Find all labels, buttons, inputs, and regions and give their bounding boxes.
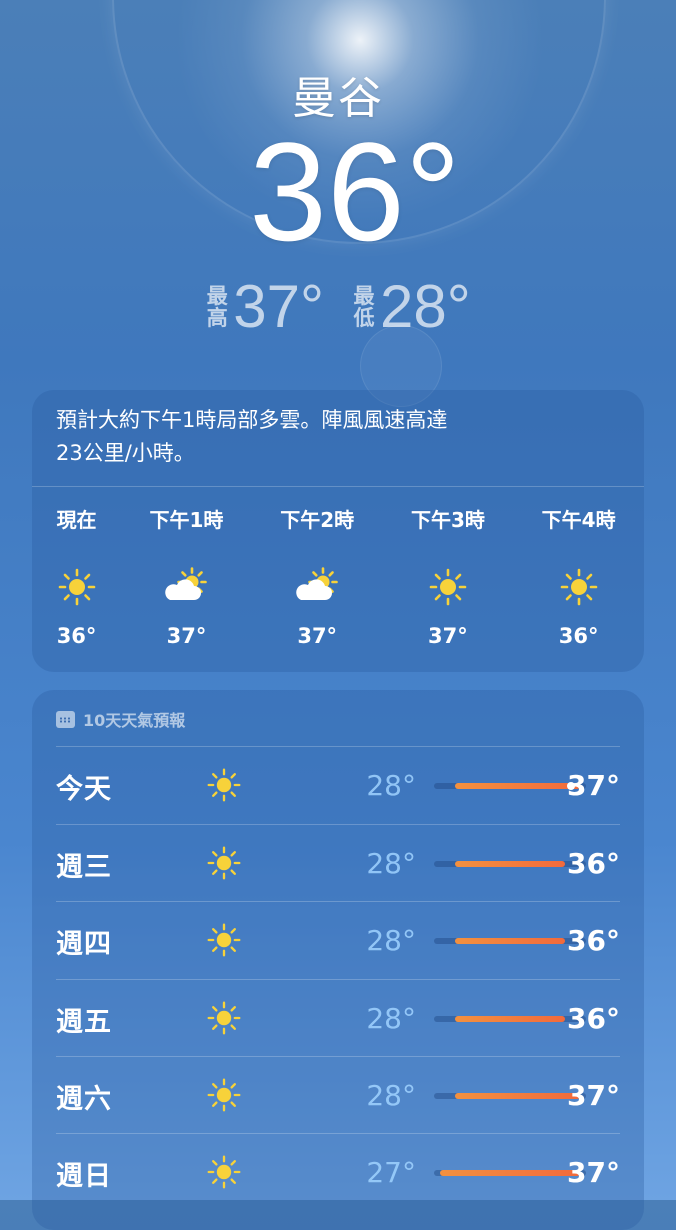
day-name: 週日 bbox=[56, 1161, 112, 1192]
hour-time: 下午3時 bbox=[410, 508, 485, 532]
day-low: 28° bbox=[366, 924, 416, 957]
current-temperature: 36° bbox=[249, 113, 461, 270]
sun-icon bbox=[206, 845, 242, 885]
sun-icon bbox=[513, 554, 644, 620]
day-low: 28° bbox=[366, 1002, 416, 1035]
day-name: 週四 bbox=[56, 929, 112, 960]
temp-range-fill bbox=[455, 1093, 580, 1099]
day-name: 週五 bbox=[56, 1007, 112, 1038]
hour-item: 下午3時 37° bbox=[383, 504, 514, 648]
sun-icon bbox=[206, 1154, 242, 1194]
partly-cloudy-icon bbox=[121, 554, 252, 620]
ten-day-forecast-card[interactable]: 10天天氣預報 今天 28° 37° 週三 28° 36° 週四 28° 36°… bbox=[32, 690, 644, 1230]
day-high: 36° bbox=[567, 924, 620, 957]
forecast-header: 10天天氣預報 bbox=[56, 707, 185, 731]
day-low: 28° bbox=[366, 847, 416, 880]
temp-range-bar bbox=[434, 938, 586, 944]
sun-icon bbox=[206, 1077, 242, 1117]
hour-time: 下午2時 bbox=[280, 508, 355, 532]
day-high: 36° bbox=[567, 847, 620, 880]
high-label: 最高 bbox=[206, 283, 228, 330]
temp-range-bar bbox=[434, 1093, 586, 1099]
hour-time: 下午4時 bbox=[541, 508, 616, 532]
hour-temp: 37° bbox=[428, 624, 468, 648]
hourly-forecast-card[interactable]: 預計大約下午1時局部多雲。陣風風速高達 23公里/小時。 現在 36° 下午1時… bbox=[32, 390, 644, 672]
day-row[interactable]: 今天 28° 37° bbox=[56, 746, 620, 824]
hour-time: 現在 bbox=[56, 508, 97, 532]
partly-cloudy-icon bbox=[252, 554, 383, 620]
day-high: 37° bbox=[567, 769, 620, 802]
hour-temp: 36° bbox=[56, 624, 97, 648]
hour-time: 下午1時 bbox=[149, 508, 224, 532]
day-low: 28° bbox=[366, 1079, 416, 1112]
day-high: 37° bbox=[567, 1079, 620, 1112]
hourly-list[interactable]: 現在 36° 下午1時 37° 下午2時 37° 下午3時 37° 下午4時 3… bbox=[32, 504, 644, 648]
divider bbox=[32, 486, 644, 487]
day-row[interactable]: 週三 28° 36° bbox=[56, 824, 620, 902]
day-low: 28° bbox=[366, 769, 416, 802]
forecast-title: 10天天氣預報 bbox=[83, 711, 186, 730]
sun-icon bbox=[206, 1000, 242, 1040]
temp-range-fill bbox=[455, 938, 565, 944]
calendar-icon bbox=[56, 710, 75, 728]
summary-line-2: 23公里/小時。 bbox=[56, 441, 195, 465]
day-high: 36° bbox=[567, 1002, 620, 1035]
temp-range-bar bbox=[434, 861, 586, 867]
low-label: 最低 bbox=[353, 283, 375, 330]
hour-item: 下午2時 37° bbox=[252, 504, 383, 648]
sun-icon bbox=[32, 554, 121, 620]
sun-icon bbox=[206, 767, 242, 807]
sun-icon bbox=[206, 922, 242, 962]
temp-range-bar bbox=[434, 1016, 586, 1022]
sun-icon bbox=[383, 554, 514, 620]
forecast-summary: 預計大約下午1時局部多雲。陣風風速高達 23公里/小時。 bbox=[56, 404, 616, 470]
day-row[interactable]: 週四 28° 36° bbox=[56, 901, 620, 979]
summary-line-1: 預計大約下午1時局部多雲。陣風風速高達 bbox=[56, 408, 448, 432]
day-low: 27° bbox=[366, 1156, 416, 1189]
low-temp-group: 最低 28° bbox=[352, 272, 471, 341]
low-temp: 28° bbox=[380, 273, 471, 340]
temp-range-fill bbox=[455, 783, 580, 789]
hour-item: 現在 36° bbox=[32, 504, 121, 648]
day-name: 週三 bbox=[56, 852, 112, 883]
high-temp-group: 最高 37° bbox=[205, 272, 324, 341]
temp-range-bar bbox=[434, 782, 586, 790]
temp-range-fill bbox=[455, 1016, 565, 1022]
day-high: 37° bbox=[567, 1156, 620, 1189]
high-temp: 37° bbox=[233, 273, 324, 340]
hour-temp: 37° bbox=[297, 624, 338, 648]
hour-temp: 36° bbox=[558, 624, 599, 648]
day-row[interactable]: 週五 28° 36° bbox=[56, 979, 620, 1057]
day-row[interactable]: 週六 28° 37° bbox=[56, 1056, 620, 1134]
day-name: 週六 bbox=[56, 1084, 112, 1115]
day-name: 今天 bbox=[56, 774, 112, 805]
temp-range-bar bbox=[434, 1170, 586, 1176]
hour-temp: 37° bbox=[166, 624, 207, 648]
high-low-temps: 最高 37° 最低 28° bbox=[0, 272, 676, 341]
hour-item: 下午4時 36° bbox=[513, 504, 644, 648]
temp-range-fill bbox=[455, 861, 565, 867]
temp-range-fill bbox=[440, 1170, 580, 1176]
hour-item: 下午1時 37° bbox=[121, 504, 252, 648]
day-row[interactable]: 週日 27° 37° bbox=[56, 1133, 620, 1211]
